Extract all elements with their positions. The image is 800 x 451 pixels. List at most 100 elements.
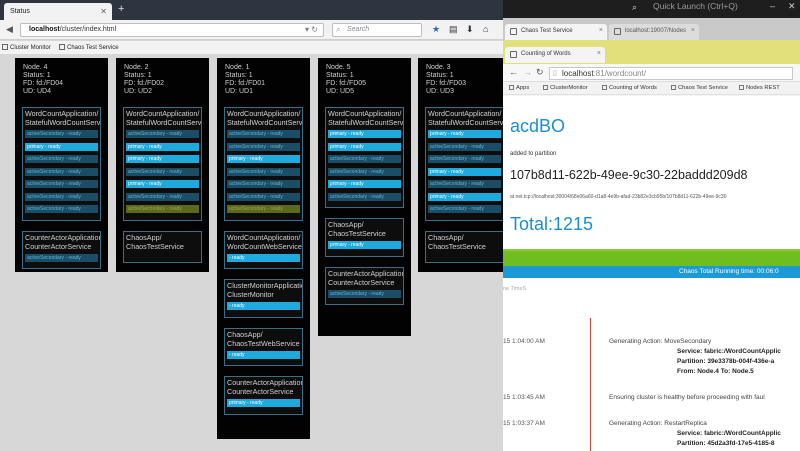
replica-primary[interactable]: - ready xyxy=(227,350,300,359)
replica-secondary[interactable]: activeSecondary - ready xyxy=(328,167,401,176)
replica-olive[interactable]: activeSecondary - ready xyxy=(126,205,199,213)
close-tab-icon[interactable]: × xyxy=(597,50,601,57)
download-icon[interactable]: ⬇ xyxy=(466,24,474,35)
bookmark-chaos-test-service[interactable]: Chaos Test Service xyxy=(671,85,728,91)
replica-secondary[interactable]: activeSecondary - ready xyxy=(126,192,199,201)
back-icon[interactable]: ◀ xyxy=(6,24,13,35)
tab-title: Status xyxy=(10,8,30,15)
service-box[interactable]: ChaosApp/ChaosTestService xyxy=(425,230,503,263)
replica-secondary[interactable]: activeSecondary - ready xyxy=(428,142,501,151)
service-title-line: ChaosTestService xyxy=(428,241,486,251)
service-box[interactable]: ChaosApp/ChaosTestService primary - ready xyxy=(325,218,404,257)
replica-secondary[interactable]: activeSecondary - ready xyxy=(328,289,401,298)
search-input[interactable]: ⌕ Search xyxy=(332,23,422,37)
replica-secondary[interactable]: activeSecondary - ready xyxy=(227,167,300,176)
replica-primary[interactable]: primary - ready xyxy=(428,167,501,176)
service-box[interactable]: WordCountApplication/StatefulWordCountSe… xyxy=(224,107,303,221)
service-title-line: ChaosTestWebService xyxy=(227,338,300,348)
replica-primary[interactable]: primary - ready xyxy=(126,180,199,188)
quick-launch-search-icon[interactable]: ⌕ xyxy=(632,2,637,13)
firefox-window: Status ✕ + ◀ localhost/cluster/index.htm… xyxy=(0,0,503,451)
replica-olive[interactable]: activeSecondary - ready xyxy=(227,205,300,213)
service-box[interactable]: WordCountApplication/StatefulWordCountSe… xyxy=(123,107,202,221)
replica-secondary[interactable]: activeSecondary - ready xyxy=(126,130,199,138)
node-status: Status: 1 xyxy=(23,72,51,79)
replica-primary[interactable]: primary - ready xyxy=(328,142,401,151)
node-status: Status: 1 xyxy=(124,72,152,79)
service-title-line: WordCountApplication/ xyxy=(328,109,402,118)
bookmark-label: Apps xyxy=(516,85,530,91)
service-box[interactable]: ChaosApp/ChaosTestService xyxy=(123,230,202,263)
close-tab-icon[interactable]: × xyxy=(691,27,695,34)
service-box[interactable]: WordCountApplication/WordCountWebService… xyxy=(224,230,303,269)
replica-primary[interactable]: - ready xyxy=(227,302,300,310)
replica-secondary[interactable]: activeSecondary - ready xyxy=(227,192,300,201)
bookmark-clustermonitor[interactable]: ClusterMonitor xyxy=(543,85,588,91)
replica-primary[interactable]: primary - ready xyxy=(328,241,401,249)
close-window-icon[interactable]: ✕ xyxy=(788,1,796,12)
replica-secondary[interactable]: activeSecondary - ready xyxy=(25,192,98,201)
service-box[interactable]: WordCountApplication/StatefulWordCountSe… xyxy=(325,107,404,208)
replica-primary[interactable]: primary - ready xyxy=(328,180,401,188)
back-icon[interactable]: ← xyxy=(509,67,518,77)
replica-primary[interactable]: - ready xyxy=(227,253,300,262)
tab-nodes[interactable]: localhost:19007/Nodes × xyxy=(609,24,699,40)
service-box[interactable]: CounterActorApplication/CounterActorServ… xyxy=(22,230,101,269)
replica-primary[interactable]: primary - ready xyxy=(227,399,300,407)
service-box[interactable]: WordCountApplication/StatefulWordCountSe… xyxy=(22,107,101,221)
service-box[interactable]: CounterActorApplication/CounterActorServ… xyxy=(224,376,303,415)
node-status: Status: 1 xyxy=(426,72,454,79)
bookmark-apps[interactable]: Apps xyxy=(509,85,529,91)
replica-secondary[interactable]: activeSecondary - ready xyxy=(328,192,401,201)
service-box[interactable]: ClusterMonitorApplication/ClusterMonitor… xyxy=(224,279,303,318)
chrome-url-bar[interactable]: ▯ localhost:81/wordcount/ xyxy=(549,67,793,80)
bookmark-label: Nodes REST xyxy=(746,85,780,91)
replica-primary[interactable]: primary - ready xyxy=(126,155,199,163)
replica-secondary[interactable]: activeSecondary - ready xyxy=(428,205,501,213)
replica-secondary[interactable]: activeSecondary - ready xyxy=(227,130,300,138)
reload-icon[interactable]: ↻ xyxy=(536,67,544,78)
tab-status[interactable]: Status ✕ xyxy=(4,3,112,20)
replica-secondary[interactable]: activeSecondary - ready xyxy=(25,180,98,188)
replica-primary[interactable]: primary - ready xyxy=(428,192,501,201)
replica-secondary[interactable]: activeSecondary - ready xyxy=(428,180,501,188)
home-icon[interactable]: ⌂ xyxy=(483,24,488,34)
replica-primary[interactable]: primary - ready xyxy=(126,142,199,151)
replica-secondary[interactable]: activeSecondary - ready xyxy=(428,155,501,163)
reload-icon[interactable]: ▾ ↻ xyxy=(305,25,318,34)
minimize-icon[interactable]: – xyxy=(770,1,775,11)
service-box[interactable]: WordCountApplication/StatefulWordCountSe… xyxy=(425,107,503,221)
close-tab-icon[interactable]: × xyxy=(599,27,603,34)
replica-secondary[interactable]: activeSecondary - ready xyxy=(328,155,401,163)
replica-primary[interactable]: primary - ready xyxy=(227,155,300,163)
url-bar[interactable]: localhost/cluster/index.html ▾ ↻ xyxy=(20,23,324,37)
tab-counting-of-words[interactable]: Counting of Words × xyxy=(505,47,605,63)
close-tab-icon[interactable]: ✕ xyxy=(100,7,107,16)
apps-icon xyxy=(509,85,514,90)
replica-secondary[interactable]: activeSecondary - ready xyxy=(25,167,98,176)
forward-icon[interactable]: → xyxy=(523,67,532,77)
service-box[interactable]: ChaosApp/ChaosTestWebService - ready xyxy=(224,327,303,366)
replica-secondary[interactable]: activeSecondary - ready xyxy=(25,205,98,213)
reading-list-icon[interactable]: ▤ xyxy=(449,24,458,35)
replica-secondary[interactable]: activeSecondary - ready xyxy=(25,130,98,138)
replica-secondary[interactable]: activeSecondary - ready xyxy=(227,180,300,188)
new-tab-button[interactable]: + xyxy=(118,3,124,15)
bookmark-nodes-rest[interactable]: Nodes REST xyxy=(739,85,780,91)
replica-secondary[interactable]: activeSecondary - ready xyxy=(25,253,98,262)
bookmark-cluster-monitor[interactable]: Cluster Monitor xyxy=(2,44,51,51)
tab-chaos-test-service[interactable]: Chaos Test Service × xyxy=(505,24,607,40)
url-host: localhost xyxy=(29,26,60,33)
replica-secondary[interactable]: activeSecondary - ready xyxy=(25,155,98,163)
replica-primary[interactable]: primary - ready xyxy=(328,130,401,138)
bookmark-counting-of-words[interactable]: Counting of Words xyxy=(602,85,657,91)
service-box[interactable]: CounterActorApplication/CounterActorServ… xyxy=(325,266,404,305)
bookmark-chaos-test-service[interactable]: Chaos Test Service xyxy=(59,44,119,51)
replica-secondary[interactable]: activeSecondary - ready xyxy=(227,142,300,151)
replica-primary[interactable]: primary - ready xyxy=(25,142,98,151)
replica-primary[interactable]: primary - ready xyxy=(428,130,501,138)
replica-secondary[interactable]: activeSecondary - ready xyxy=(126,167,199,176)
bookmark-star-icon[interactable]: ★ xyxy=(432,24,440,35)
quick-launch-input[interactable]: Quick Launch (Ctrl+Q) xyxy=(653,1,738,11)
service-title: ChaosApp/ChaosTestService xyxy=(124,232,201,251)
